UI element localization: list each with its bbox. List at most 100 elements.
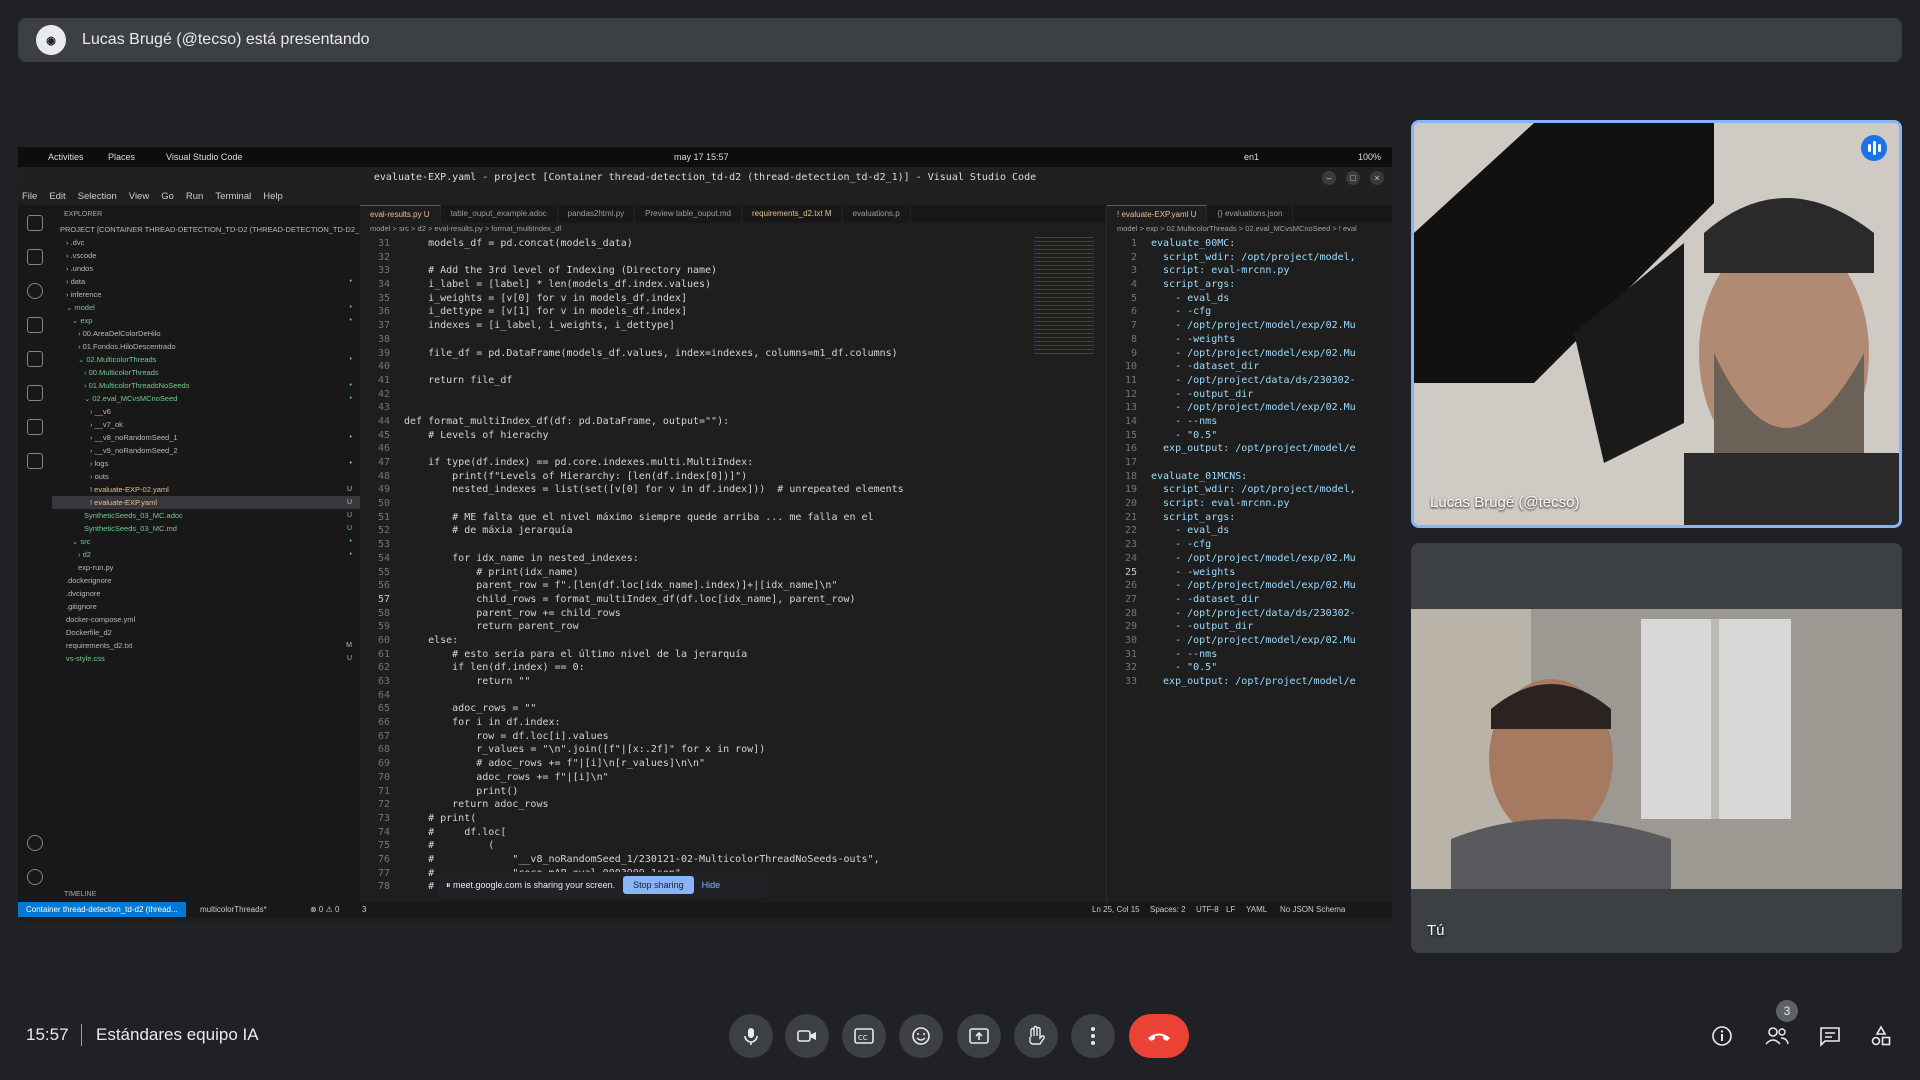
code-line: 32 - "0.5" (1107, 661, 1392, 675)
presenter-video (1414, 123, 1899, 525)
code-line: 18 evaluate_01MCNS: (1107, 470, 1392, 484)
file-tree-item: › 00.AreaDelColorDeHilo (52, 327, 360, 340)
presenter-avatar: ◉ (36, 25, 66, 55)
editor-tab: pandas2html.py (558, 205, 636, 223)
code-line: 25 - -weights (1107, 566, 1392, 580)
file-tree-label: .gitignore (66, 602, 97, 611)
line-number: 24 (1124, 552, 1137, 564)
extensions-icon (27, 385, 43, 401)
people-button[interactable] (1762, 1021, 1792, 1051)
git-status-badge: M (346, 642, 352, 649)
code-text: - /opt/project/model/exp/02.Mu (1151, 580, 1356, 592)
participant-tile-presenter[interactable]: Lucas Brugé (@tecso) (1411, 120, 1902, 528)
raise-hand-button[interactable] (1014, 1014, 1058, 1058)
keyboard-layout: en1 (1244, 152, 1260, 162)
breadcrumb-right: model > exp > 02.MulticolorThreads > 02.… (1117, 224, 1357, 233)
captions-button[interactable]: CC (842, 1014, 886, 1058)
share-notice-text: ⏸ meet.google.com is sharing your screen… (446, 879, 616, 890)
line-number: 46 (377, 443, 390, 455)
more-options-button[interactable] (1071, 1014, 1115, 1058)
code-text: - /opt/project/model/exp/02.Mu (1151, 552, 1356, 564)
present-icon (969, 1028, 989, 1044)
account-icon (27, 835, 43, 851)
emoji-button[interactable] (899, 1014, 943, 1058)
code-line: 3 script: eval-mrcnn.py (1107, 264, 1392, 278)
emoji-icon (912, 1027, 930, 1045)
file-tree-label: › 00.MulticolorThreads (84, 368, 159, 377)
mic-button[interactable] (729, 1014, 773, 1058)
code-line: 10 - -dataset_dir (1107, 360, 1392, 374)
timeline-header: TIMELINE (64, 891, 97, 898)
file-tree-label: ⌄ 02.MulticolorThreads (78, 355, 157, 364)
file-tree-item: .dvcignore (52, 587, 360, 600)
file-tree-label: exp-run.py (78, 563, 114, 572)
code-line: 60 else: (360, 634, 1106, 648)
line-number: 40 (377, 361, 390, 373)
code-line: 7 - /opt/project/model/exp/02.Mu (1107, 319, 1392, 333)
minimize-icon: – (1322, 171, 1336, 185)
code-line: 33 # Add the 3rd level of Indexing (Dire… (360, 264, 1106, 278)
battery-level: 100% (1358, 152, 1382, 162)
meeting-info-button[interactable] (1707, 1021, 1737, 1051)
line-number: 5 (1130, 292, 1137, 304)
file-tree-label: .dvcignore (66, 589, 101, 598)
chat-button[interactable] (1815, 1021, 1845, 1051)
code-line: 54 for idx_name in nested_indexes: (360, 552, 1106, 566)
line-number: 23 (1124, 539, 1137, 551)
file-tree-label: ⌄ 02.eval_MCvsMCnoSeed (84, 394, 178, 403)
file-tree-item: ⌄ 02.MulticolorThreads • (52, 353, 360, 366)
code-line: 37 indexes = [i_label, i_weights, i_dett… (360, 319, 1106, 333)
menu-view: View (128, 191, 150, 202)
code-line: 8 - -weights (1107, 333, 1392, 347)
code-line: 47 if type(df.index) == pd.core.indexes.… (360, 456, 1106, 470)
line-number: 1 (1130, 238, 1137, 249)
code-text: print(f"Levels of Hierarchy: [len(df.ind… (404, 470, 748, 482)
file-tree-label: › inference (66, 290, 102, 299)
code-text: - -dataset_dir (1151, 593, 1260, 605)
present-button[interactable] (957, 1014, 1001, 1058)
editor-tab: Preview table_ouput.md (635, 205, 742, 223)
code-line: 52 # de máxia jerarquía (360, 524, 1106, 538)
activities-button[interactable] (1866, 1021, 1896, 1051)
code-line: 23 - -cfg (1107, 538, 1392, 552)
file-tree-label: › .undos (66, 264, 94, 273)
file-tree-label: ! evaluate-EXP.yaml (90, 498, 157, 507)
participant-tile-self[interactable]: Tú (1411, 543, 1902, 953)
code-line: 29 - -output_dir (1107, 620, 1392, 634)
code-area-yaml: 1 evaluate_00MC: 2 script_wdir: /opt/proje… (1107, 237, 1392, 689)
code-text: models_df = pd.concat(models_data) (404, 238, 633, 249)
line-number: 52 (377, 525, 390, 537)
camera-button[interactable] (785, 1014, 829, 1058)
line-number: 57 (377, 593, 390, 605)
code-text: evaluate_00MC: (1151, 238, 1236, 249)
minimap (1034, 237, 1094, 357)
code-text: - --nms (1151, 415, 1218, 427)
line-number: 70 (377, 771, 390, 783)
json-schema: No JSON Schema (1280, 905, 1346, 914)
code-line: 21 script_args: (1107, 511, 1392, 525)
code-text: parent_row += child_rows (404, 607, 621, 619)
end-call-button[interactable] (1129, 1014, 1189, 1058)
captions-icon: CC (854, 1028, 874, 1044)
code-text: return file_df (404, 374, 513, 386)
file-tree-item: docker-compose.yml (52, 613, 360, 626)
source-control-icon (27, 249, 43, 265)
code-line: 56 parent_row = f".[len(df.loc[idx_name]… (360, 579, 1106, 593)
code-line: 40 (360, 360, 1106, 374)
code-line: 31 models_df = pd.concat(models_data) (360, 237, 1106, 251)
code-line: 67 row = df.loc[i].values (360, 730, 1106, 744)
code-line: 65 adoc_rows = "" (360, 702, 1106, 716)
code-line: 17 (1107, 456, 1392, 470)
git-status-badge: • (349, 382, 352, 389)
code-text: - -weights (1151, 566, 1236, 578)
line-number: 30 (1124, 634, 1137, 646)
code-text: nested_indexes = list(set([v[0] for v in… (404, 484, 904, 496)
file-tree-label: › 00.AreaDelColorDeHilo (78, 329, 161, 338)
menu-edit: Edit (49, 191, 66, 202)
line-number: 47 (377, 457, 390, 468)
line-number: 59 (377, 621, 390, 633)
line-number: 22 (1124, 525, 1137, 537)
line-number: 72 (377, 799, 390, 811)
code-text: script_args: (1151, 279, 1236, 291)
file-tree-label: PROJECT [CONTAINER THREAD-DETECTION_TD-D… (60, 225, 360, 234)
